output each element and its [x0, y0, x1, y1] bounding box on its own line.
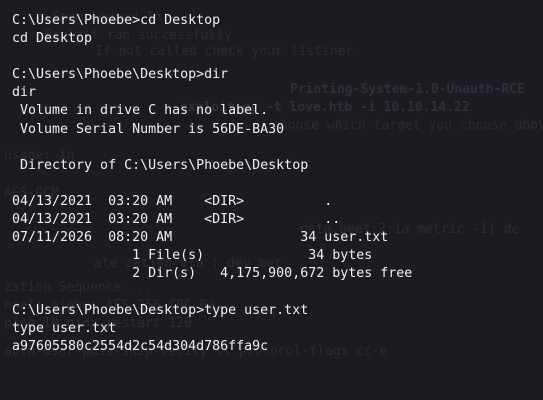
output-line: Directory of C:\Users\Phoebe\Desktop: [12, 157, 309, 173]
dir-entry: 04/13/2021 03:20 AM <DIR> ..: [12, 212, 341, 228]
echo-line: cd Desktop: [12, 31, 93, 47]
dir-summary: 1 File(s) 34 bytes: [12, 248, 373, 264]
prompt-line: C:\Users\Phoebe>cd Desktop: [12, 13, 221, 28]
dir-summary: 2 Dir(s) 4,175,900,672 bytes free: [12, 266, 413, 282]
output-line: Volume in drive C has no label.: [12, 103, 269, 119]
prompt-line: C:\Users\Phoebe\Desktop>dir: [12, 67, 229, 83]
terminal-output[interactable]: C:\Users\Phoebe>cd Desktop cd Desktop C:\U…: [12, 12, 412, 356]
flag-output: a97605580c2554d2c54d304d786ffa9c: [12, 338, 269, 354]
dir-entry: 04/13/2021 03:20 AM <DIR> .: [12, 193, 333, 209]
dir-entry: 07/11/2026 08:20 AM 34 user.txt: [12, 230, 389, 246]
prompt-line: C:\Users\Phoebe\Desktop>type user.txt: [12, 302, 309, 318]
echo-line: dir: [12, 85, 37, 101]
terminal-window[interactable]: Enum Logged In Exploit ran successfully …: [0, 0, 543, 400]
output-line: Volume Serial Number is 56DE-BA30: [12, 121, 285, 137]
echo-line: type user.txt: [12, 320, 117, 336]
